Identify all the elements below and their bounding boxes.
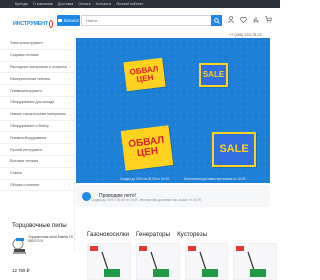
chevron-right-icon: ›: [68, 170, 70, 176]
topbar-link-payment[interactable]: Оплата: [78, 2, 90, 6]
sidebar-item-building[interactable]: Низкие строительные материалы ›: [0, 109, 74, 121]
sidebar-item-hand-tools[interactable]: Ручной инструмент ›: [0, 144, 74, 156]
sidebar-item-equipment[interactable]: Оборудование и Выбор ›: [0, 121, 74, 133]
product-card[interactable]: Торцовочная пила Makita LS 0815 FLN 12 7…: [12, 232, 78, 280]
lawn-mower-image: [101, 251, 120, 277]
product-tile[interactable]: [135, 243, 180, 280]
catalog-button-label: Каталог: [63, 18, 80, 23]
promo-banner[interactable]: ОБВАЛ ЦЕН SALE ОБВАЛ ЦЕН SALE Скидка до …: [76, 38, 270, 183]
topbar-link-contacts[interactable]: Контакты: [96, 2, 112, 6]
chevron-right-icon: ›: [68, 88, 70, 94]
sidebar-item-machines[interactable]: Станки ›: [0, 168, 74, 180]
sidebar-item-pneumatic-equipment[interactable]: Пневмооборудование ›: [0, 132, 74, 145]
top-navigation-bar: Бренды О компании Доставка Оплата Контак…: [0, 0, 280, 8]
sidebar-item-measuring[interactable]: Измерительная техника ›: [0, 73, 74, 86]
chevron-right-icon: ›: [68, 135, 70, 141]
topbar-link-delivery[interactable]: Доставка: [58, 2, 73, 6]
sale-sticker-large: SALE: [212, 132, 256, 167]
site-logo[interactable]: ИНСТРУМЕНТ: [13, 18, 53, 29]
site-header: ИНСТРУМЕНТ Каталог +7 (495) 223-78-22: [0, 8, 280, 38]
cart-icon[interactable]: [265, 16, 272, 23]
sidebar-item-label: Измерительная техника: [10, 76, 51, 81]
topbar-link-brands[interactable]: Бренды: [15, 2, 28, 6]
topbar-link-account[interactable]: Личный кабинет: [116, 2, 143, 6]
search-button[interactable]: [211, 15, 222, 26]
sidebar-item-label: Низкие строительные материалы: [10, 112, 66, 117]
sidebar-item-label: Станки: [10, 171, 22, 176]
lawn-mower-image: [198, 251, 218, 277]
summer-promo-strip[interactable]: Проводим лето!: [76, 185, 270, 207]
product-price: 12 759 ₽: [12, 268, 30, 273]
category-tabs: Газонокосилки Генераторы Кусторезы: [87, 231, 207, 238]
discount-badge: [236, 246, 245, 251]
sidebar-item-label: Оборка и клининг: [10, 182, 40, 187]
banner-hint-left: Скидка до 30% на 30.08 по 15.09: [120, 177, 169, 181]
chevron-right-icon: ›: [68, 76, 70, 82]
sale-sticker-text: SALE: [219, 143, 249, 155]
miter-saw-image: [12, 238, 26, 254]
promo-subtitle: Скидка до 30% с 30.08 по 15.09, бесплатн…: [91, 198, 201, 202]
sale-tag-large: ОБВАЛ ЦЕН: [120, 125, 174, 171]
lawn-mower-image: [247, 251, 267, 277]
tab-trimmers[interactable]: Кусторезы: [177, 231, 207, 238]
topbar-link-about[interactable]: О компании: [33, 2, 53, 6]
tab-lawn-mowers[interactable]: Газонокосилки: [87, 231, 129, 238]
catalog-menu-icon: [57, 19, 62, 22]
sidebar-item-label: Оборудование и Выбор: [10, 123, 50, 128]
search-input[interactable]: [81, 15, 211, 26]
sidebar-item-pneumatic-tools[interactable]: Пневмоинструмент ›: [0, 85, 74, 97]
promo-icon: [82, 191, 91, 201]
search-icon: [213, 17, 220, 24]
sidebar-item-consumables[interactable]: Расходные материалы и оснастка ›: [0, 62, 74, 74]
logo-mark-icon: [48, 19, 53, 28]
catalog-button[interactable]: Каталог: [57, 15, 80, 26]
sidebar-item-label: Пневмоинструмент: [10, 88, 43, 93]
chevron-right-icon: ›: [68, 147, 70, 153]
logo-text: ИНСТРУМЕНТ: [13, 20, 48, 27]
heart-icon[interactable]: [240, 16, 247, 23]
sidebar-item-label: Пневмооборудование: [10, 135, 47, 140]
sidebar-item-label: Бытовая техника: [10, 159, 39, 164]
sidebar-item-label: Расходные материалы и оснастка: [10, 64, 67, 69]
tab-generators[interactable]: Генераторы: [136, 231, 170, 238]
section-title-miter-saws: Торцовочные пилы: [12, 222, 67, 229]
chevron-right-icon: ›: [68, 123, 70, 129]
discount-badge: [90, 246, 98, 251]
header-icons: [228, 16, 272, 23]
category-product-tiles: [87, 243, 277, 280]
product-tile[interactable]: [184, 243, 229, 280]
sale-sticker-text: SALE: [202, 70, 225, 79]
sidebar-item-warehouse[interactable]: Оборудование для склада ›: [0, 97, 74, 109]
user-icon[interactable]: [228, 16, 234, 23]
chevron-right-icon: ›: [68, 52, 70, 58]
sidebar-item-garden[interactable]: Садовая техника ›: [0, 50, 74, 62]
sidebar-item-label: Оборудование для склада: [10, 100, 55, 105]
chevron-right-icon: ›: [68, 64, 70, 70]
discount-badge: [187, 246, 196, 251]
sidebar-item-label: Ручной инструмент: [10, 147, 43, 152]
product-name[interactable]: Торцовочная пила Makita LS 0815 FLN: [28, 235, 78, 244]
sale-tag-line2: ЦЕН: [135, 72, 154, 84]
chevron-right-icon: ›: [68, 182, 70, 188]
sidebar-item-power-tools[interactable]: Электроинструмент ›: [0, 38, 74, 50]
product-tile[interactable]: [87, 243, 131, 280]
chevron-right-icon: ›: [68, 111, 70, 117]
sidebar-item-label: Электроинструмент: [10, 41, 44, 46]
header-phone[interactable]: +7 (495) 223-78-22: [229, 33, 262, 37]
discount-badge: [138, 246, 147, 251]
chevron-right-icon: ›: [68, 40, 70, 46]
chevron-right-icon: ›: [68, 158, 70, 164]
sidebar-item-label: Садовая техника: [10, 53, 39, 58]
banner-hint-right: Бесплатная доставка при заказе от 15.09: [184, 177, 246, 181]
category-sidebar: Электроинструмент › Садовая техника › Расх…: [0, 38, 75, 251]
compare-icon[interactable]: [253, 16, 259, 23]
sale-sticker-small: SALE: [199, 63, 228, 87]
sidebar-item-cleaning[interactable]: Оборка и клининг ›: [0, 180, 74, 192]
sale-tag-small: ОБВАЛ ЦЕН: [123, 57, 166, 92]
product-tile[interactable]: [233, 243, 277, 280]
lawn-mower-image: [150, 251, 169, 277]
sidebar-item-appliances[interactable]: Бытовая техника ›: [0, 156, 74, 168]
sale-tag-line2: ЦЕН: [136, 145, 159, 160]
chevron-right-icon: ›: [68, 99, 70, 105]
